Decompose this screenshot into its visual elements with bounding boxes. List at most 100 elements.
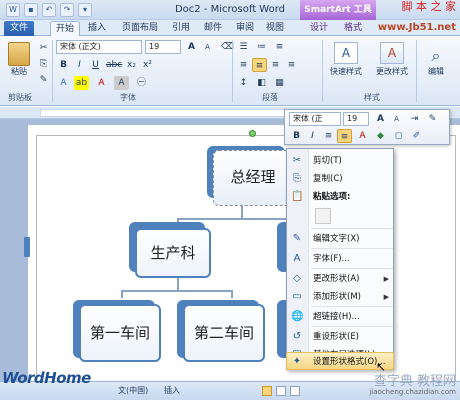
menu-item-hyperlink[interactable]: 🌐 超链接(H)... <box>287 308 395 326</box>
bold-icon[interactable]: B <box>56 58 71 72</box>
editing-button[interactable]: ⌕ 编辑 <box>420 46 452 77</box>
status-insert-mode[interactable]: 插入 <box>164 385 180 396</box>
menu-item-label: 复制(C) <box>313 174 343 184</box>
borders-icon[interactable]: ▦ <box>272 76 287 90</box>
menu-item-edit-text[interactable]: ✎ 编辑文字(X) <box>287 230 395 248</box>
char-shading-icon[interactable]: A <box>114 76 129 90</box>
mini-quick-style-icon[interactable]: ✐ <box>409 129 424 143</box>
copy-icon[interactable]: ⎘ <box>36 57 51 71</box>
line-spacing-icon[interactable]: ↕ <box>236 76 251 90</box>
menu-item-add-shape[interactable]: ▭ 添加形状(M) ▶ <box>287 288 395 306</box>
group-label-font: 字体 <box>120 93 136 102</box>
format-painter-icon[interactable]: ✎ <box>36 73 51 87</box>
menu-item-label: 编辑文字(X) <box>313 234 360 244</box>
align-left-icon[interactable]: ≡ <box>236 58 251 72</box>
mini-grow-font-icon[interactable]: A <box>373 112 388 126</box>
tab-references[interactable]: 引用 <box>168 21 194 36</box>
align-right-icon[interactable]: ≡ <box>268 58 283 72</box>
mini-align-center-icon[interactable]: ≡ <box>337 129 352 143</box>
paste-icon: 📋 <box>291 191 304 202</box>
clipboard-icon <box>8 42 30 66</box>
tab-page-layout[interactable]: 页面布局 <box>116 21 164 36</box>
underline-icon[interactable]: U <box>88 58 103 72</box>
subscript-icon[interactable]: x₂ <box>124 58 139 72</box>
mini-font-combo[interactable]: 宋体 (正 <box>289 112 341 126</box>
mini-shape-outline-icon[interactable]: ◻ <box>391 129 406 143</box>
rotate-handle-icon[interactable] <box>249 130 256 137</box>
fullscreen-view-icon[interactable] <box>276 386 286 396</box>
shrink-font-icon[interactable]: A <box>200 40 215 54</box>
tab-file[interactable]: 文件 <box>4 21 34 36</box>
enclose-char-icon[interactable]: ㊀ <box>134 76 149 90</box>
justify-icon[interactable]: ≡ <box>284 58 299 72</box>
multilevel-list-icon[interactable]: ≡ <box>272 40 287 54</box>
watermark-bottom: 查字典 教程网 <box>373 374 456 389</box>
tab-view[interactable]: 视图 <box>262 21 288 36</box>
group-divider <box>52 40 53 102</box>
org-node-general-manager[interactable]: 总经理 <box>213 150 293 206</box>
tab-design[interactable]: 设计 <box>306 21 332 36</box>
tab-format[interactable]: 格式 <box>340 21 366 36</box>
tab-insert[interactable]: 插入 <box>84 21 110 36</box>
paste-keep-text-icon[interactable] <box>315 208 331 224</box>
bullets-icon[interactable]: ☰ <box>236 40 251 54</box>
mini-format-painter-icon[interactable]: ✎ <box>425 112 440 126</box>
highlight-icon[interactable]: ab <box>74 76 89 90</box>
format-shape-icon: ✦ <box>292 356 302 367</box>
watermark-site: 脚 本 之 家 <box>401 0 457 13</box>
menu-item-change-shape[interactable]: ◇ 更改形状(A) ▶ <box>287 270 395 288</box>
align-center-icon[interactable]: ≡ <box>252 58 267 72</box>
cut-icon: ✂ <box>292 155 302 166</box>
menu-separator <box>311 268 393 269</box>
mini-shape-fill-icon[interactable]: ◆ <box>373 129 388 143</box>
mini-bold-icon[interactable]: B <box>289 129 304 143</box>
web-layout-view-icon[interactable] <box>290 386 300 396</box>
mini-font-color-icon[interactable]: A <box>355 129 370 143</box>
mini-indent-icon[interactable]: ⇥ <box>407 112 422 126</box>
tab-mailings[interactable]: 邮件 <box>200 21 226 36</box>
group-divider <box>416 40 417 102</box>
org-node-production[interactable]: 生产科 <box>135 228 211 278</box>
font-name-combo[interactable]: 宋体 (正文) <box>56 40 142 54</box>
org-node-workshop-1[interactable]: 第一车间 <box>79 304 161 362</box>
smartart-tools-context-tab: SmartArt 工具 <box>300 0 376 20</box>
watermark-bottom-url: jiaocheng.chazidian.com <box>369 388 456 396</box>
italic-icon[interactable]: I <box>72 58 87 72</box>
mini-align-left-icon[interactable]: ≡ <box>321 129 336 143</box>
menu-item-label: 添加形状(M) <box>313 292 361 302</box>
shading-icon[interactable]: ◧ <box>254 76 269 90</box>
org-node-workshop-2[interactable]: 第二车间 <box>183 304 265 362</box>
paste-button[interactable]: 粘贴 <box>6 42 32 77</box>
numbering-icon[interactable]: ≔ <box>254 40 269 54</box>
tab-home[interactable]: 开始 <box>50 21 80 36</box>
document-page[interactable]: 总经理 生产科 第一车间 第二车间 <box>28 125 460 385</box>
watermark-url: www.Jb51.net <box>377 22 456 33</box>
print-layout-view-icon[interactable] <box>262 386 272 396</box>
superscript-icon[interactable]: x² <box>140 58 155 72</box>
text-pane-toggle-icon[interactable] <box>24 237 30 257</box>
text-effects-icon[interactable]: A <box>56 76 71 90</box>
grow-font-icon[interactable]: A <box>184 40 199 54</box>
strikethrough-icon[interactable]: abc <box>106 58 122 72</box>
menu-item-label: 粘贴选项: <box>313 192 351 202</box>
menu-item-cut[interactable]: ✂ 剪切(T) <box>287 152 395 170</box>
mini-shrink-font-icon[interactable]: A <box>389 112 404 126</box>
tab-review[interactable]: 审阅 <box>232 21 258 36</box>
quick-styles-button[interactable]: A 快速样式 <box>328 42 364 77</box>
status-language[interactable]: 文(中国) <box>118 385 148 396</box>
menu-item-label: 更改形状(A) <box>313 274 360 284</box>
cut-icon[interactable]: ✂ <box>36 41 51 55</box>
group-label-clipboard: 剪贴板 <box>8 93 32 102</box>
menu-item-label: 重设形状(E) <box>313 332 360 342</box>
mini-italic-icon[interactable]: I <box>305 129 320 143</box>
menu-item-font[interactable]: A 字体(F)... <box>287 250 395 268</box>
change-styles-button[interactable]: A 更改样式 <box>374 42 410 77</box>
title-bar: W ▪ ↶ ↷ ▾ Doc2 - Microsoft Word SmartArt… <box>0 0 460 20</box>
font-color-icon[interactable]: A <box>94 76 109 90</box>
group-label-styles: 样式 <box>364 93 380 102</box>
mini-size-combo[interactable]: 19 <box>343 112 369 126</box>
menu-item-copy[interactable]: ⎘ 复制(C) <box>287 170 395 188</box>
menu-item-reset-shape[interactable]: ↺ 重设形状(E) <box>287 328 395 346</box>
font-size-combo[interactable]: 19 <box>145 40 181 54</box>
submenu-arrow-icon: ▶ <box>383 275 389 283</box>
